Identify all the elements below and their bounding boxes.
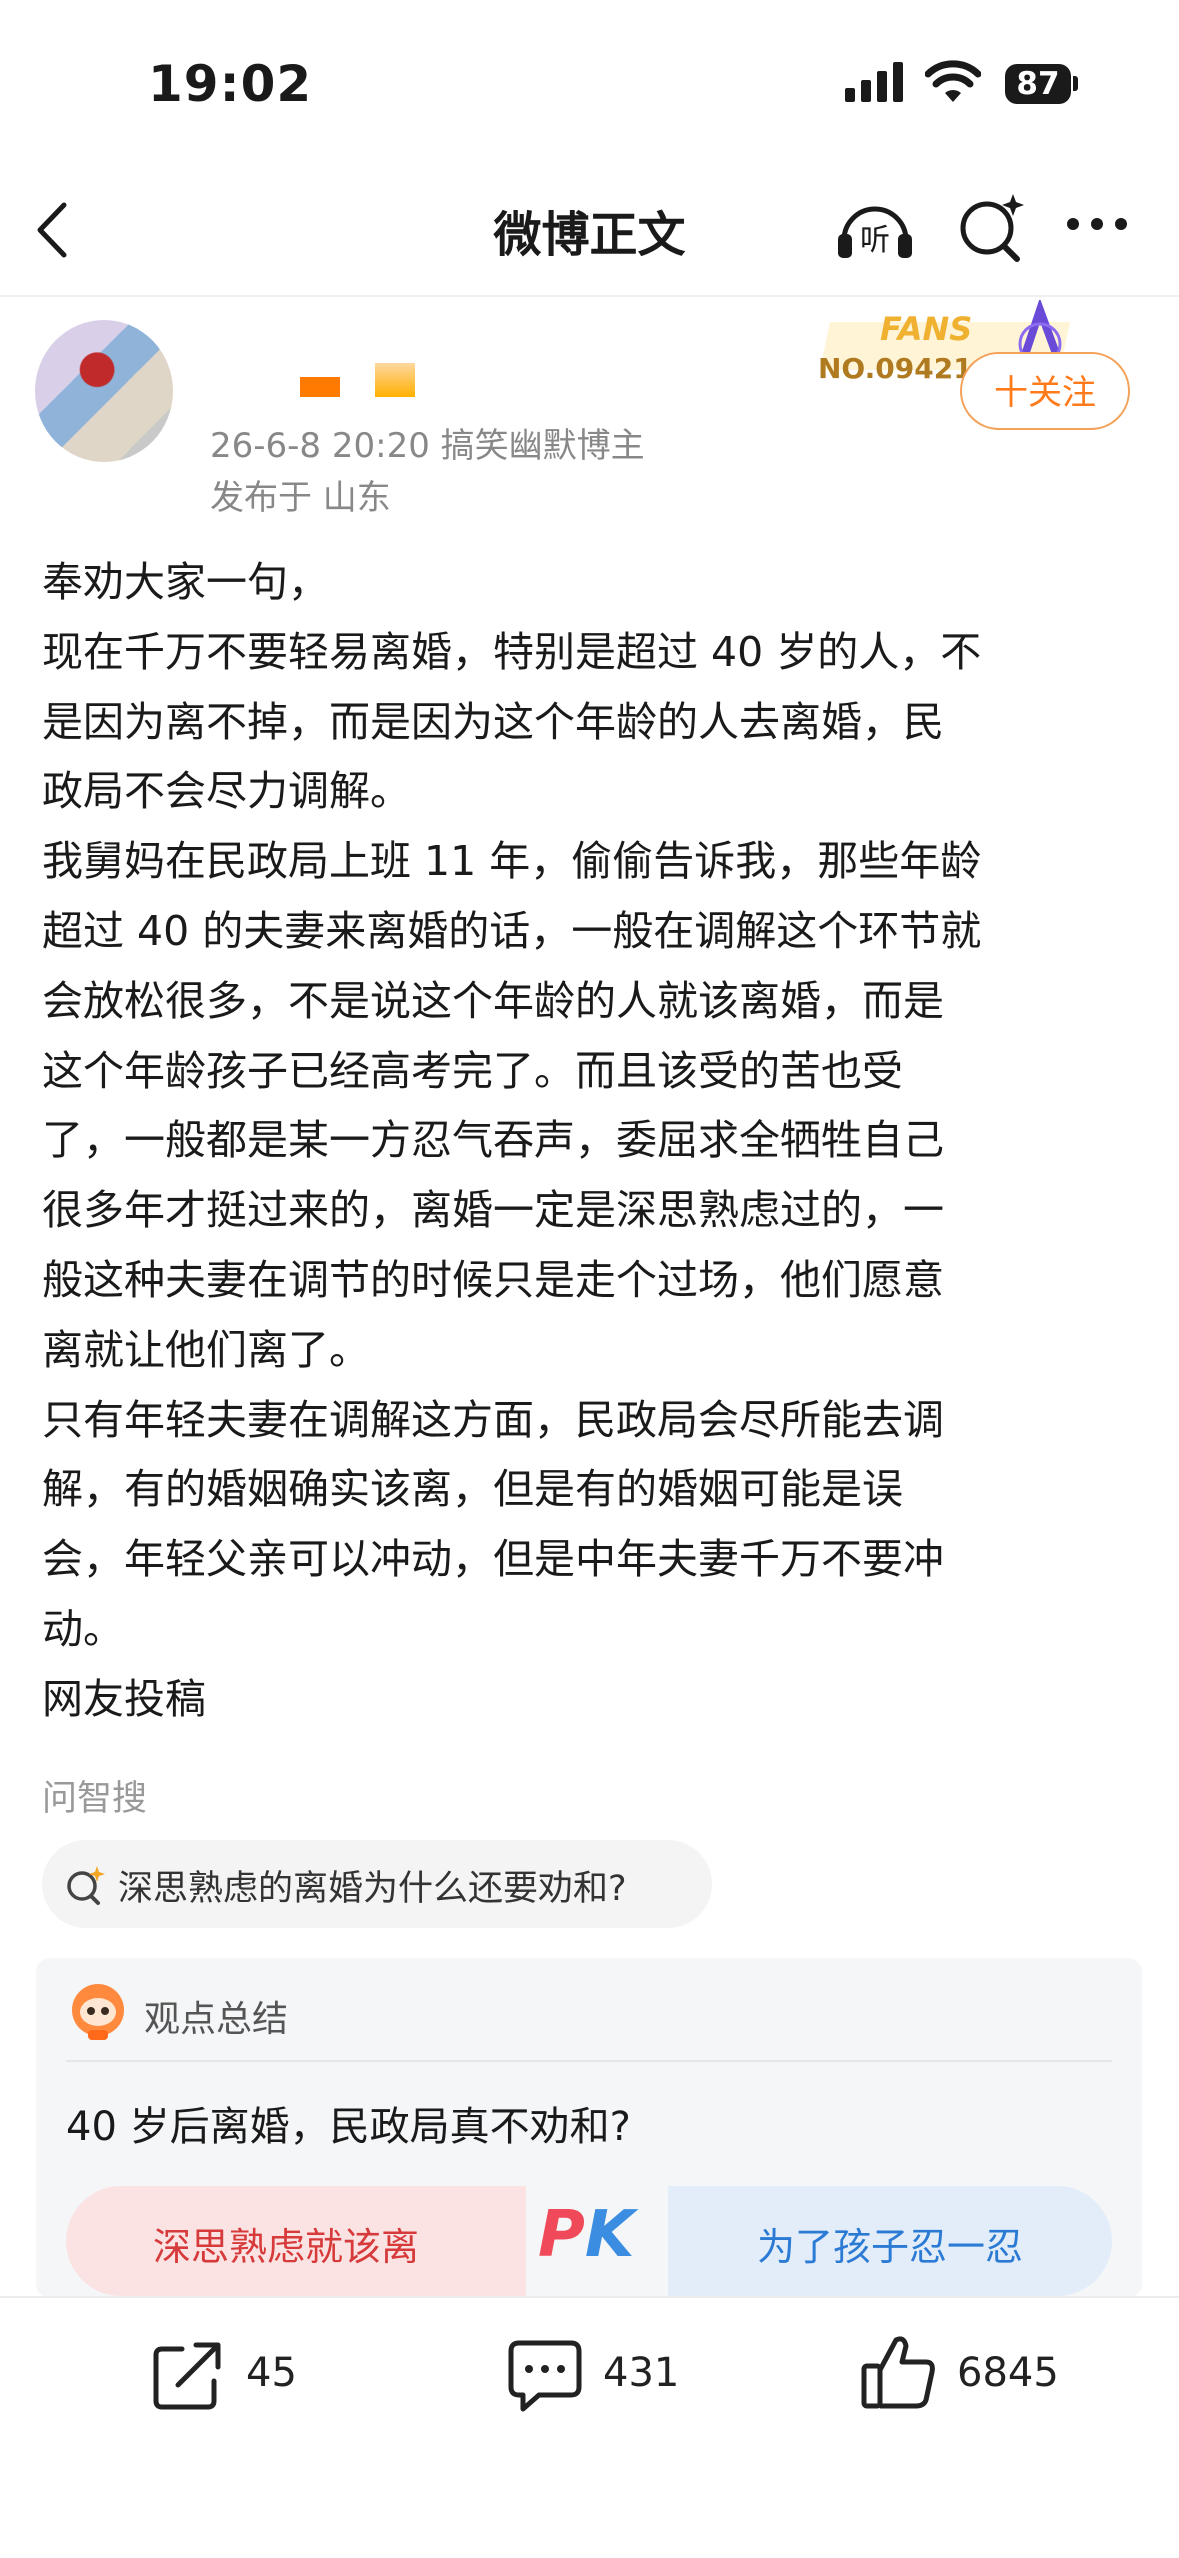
- verified-badge: [375, 363, 415, 397]
- post-body: 奉劝大家一句， 现在千万不要轻易离婚，特别是超过 40 岁的人，不 是因为离不掉…: [42, 548, 1142, 1735]
- ai-search-icon[interactable]: [953, 188, 1031, 266]
- post-line: 解，有的婚姻确实该离，但是有的婚姻可能是误: [42, 1465, 903, 1514]
- summary-question: 40 岁后离婚，民政局真不劝和?: [66, 2104, 631, 2150]
- battery-tip: [1073, 76, 1078, 91]
- pk-letter-p: P: [538, 2198, 585, 2272]
- ask-suggestion-text[interactable]: 深思熟虑的离婚为什么还要劝和?: [118, 1860, 627, 1911]
- svg-text:听: 听: [860, 223, 890, 258]
- pk-versus-label: PK: [538, 2198, 635, 2272]
- post-line: 奉劝大家一句，: [42, 558, 329, 606]
- fans-badge-word: FANS: [880, 310, 973, 348]
- post-line: 会放松很多，不是说这个年龄的人就该离婚，而是: [42, 976, 944, 1025]
- post-line: 动。: [42, 1604, 124, 1653]
- cellular-signal-icon: [845, 62, 903, 102]
- post-location: 发布于 山东: [210, 478, 391, 518]
- post-line: 般这种夫妻在调节的时候只是走个过场，他们愿意: [42, 1255, 944, 1304]
- pk-option-right-label[interactable]: 为了孩子忍一忍: [680, 2216, 1100, 2271]
- ask-section-label: 问智搜: [42, 1779, 148, 1819]
- post-line: 网友投稿: [42, 1674, 206, 1723]
- pk-letter-k: K: [584, 2198, 635, 2272]
- post-line: 离就让他们离了。: [42, 1325, 370, 1374]
- share-icon[interactable]: [148, 2335, 228, 2415]
- username-redacted[interactable]: [300, 377, 340, 397]
- battery-indicator: 87: [1005, 64, 1071, 104]
- more-options-icon[interactable]: [1065, 216, 1129, 232]
- summary-divider: [66, 2060, 1112, 2062]
- post-line: 很多年才挺过来的，离婚一定是深思熟虑过的，一: [42, 1186, 944, 1235]
- post-line: 是因为离不掉，而是因为这个年龄的人去离婚，民: [42, 697, 944, 746]
- summary-label: 观点总结: [144, 1999, 289, 2040]
- post-line: 政局不会尽力调解。: [42, 767, 411, 816]
- post-line: 这个年龄孩子已经高考完了。而且该受的苦也受: [42, 1046, 903, 1095]
- nav-divider: [0, 295, 1179, 297]
- ai-robot-icon: [72, 1984, 124, 2040]
- avatar[interactable]: [35, 320, 173, 462]
- listen-headphones-icon[interactable]: 听: [832, 188, 918, 268]
- post-line: 了，一般都是某一方忍气吞声，委屈求全牺牲自己: [42, 1116, 944, 1165]
- post-line: 超过 40 的夫妻来离婚的话，一般在调解这个环节就: [42, 906, 982, 955]
- post-line: 现在千万不要轻易离婚，特别是超过 40 岁的人，不: [42, 627, 982, 676]
- share-count[interactable]: 45: [246, 2350, 297, 2396]
- ai-search-small-icon: [67, 1866, 105, 1905]
- comment-count[interactable]: 431: [603, 2350, 679, 2396]
- status-time: 19:02: [148, 55, 313, 113]
- like-count[interactable]: 6845: [957, 2350, 1059, 2396]
- post-line: 会，年轻父亲可以冲动，但是中年夫妻千万不要冲: [42, 1535, 944, 1584]
- post-line: 只有年轻夫妻在调解这方面，民政局会尽所能去调: [42, 1395, 944, 1444]
- like-thumb-icon[interactable]: [858, 2330, 938, 2414]
- post-line: 我舅妈在民政局上班 11 年，偷偷告诉我，那些年龄: [42, 837, 982, 886]
- pk-option-left-label[interactable]: 深思熟虑就该离: [66, 2216, 506, 2271]
- post-time-and-tag: 26-6-8 20:20 搞笑幽默博主: [210, 426, 645, 466]
- comment-icon[interactable]: [505, 2335, 585, 2415]
- wifi-icon: [925, 60, 981, 102]
- follow-button[interactable]: 十关注: [960, 352, 1130, 430]
